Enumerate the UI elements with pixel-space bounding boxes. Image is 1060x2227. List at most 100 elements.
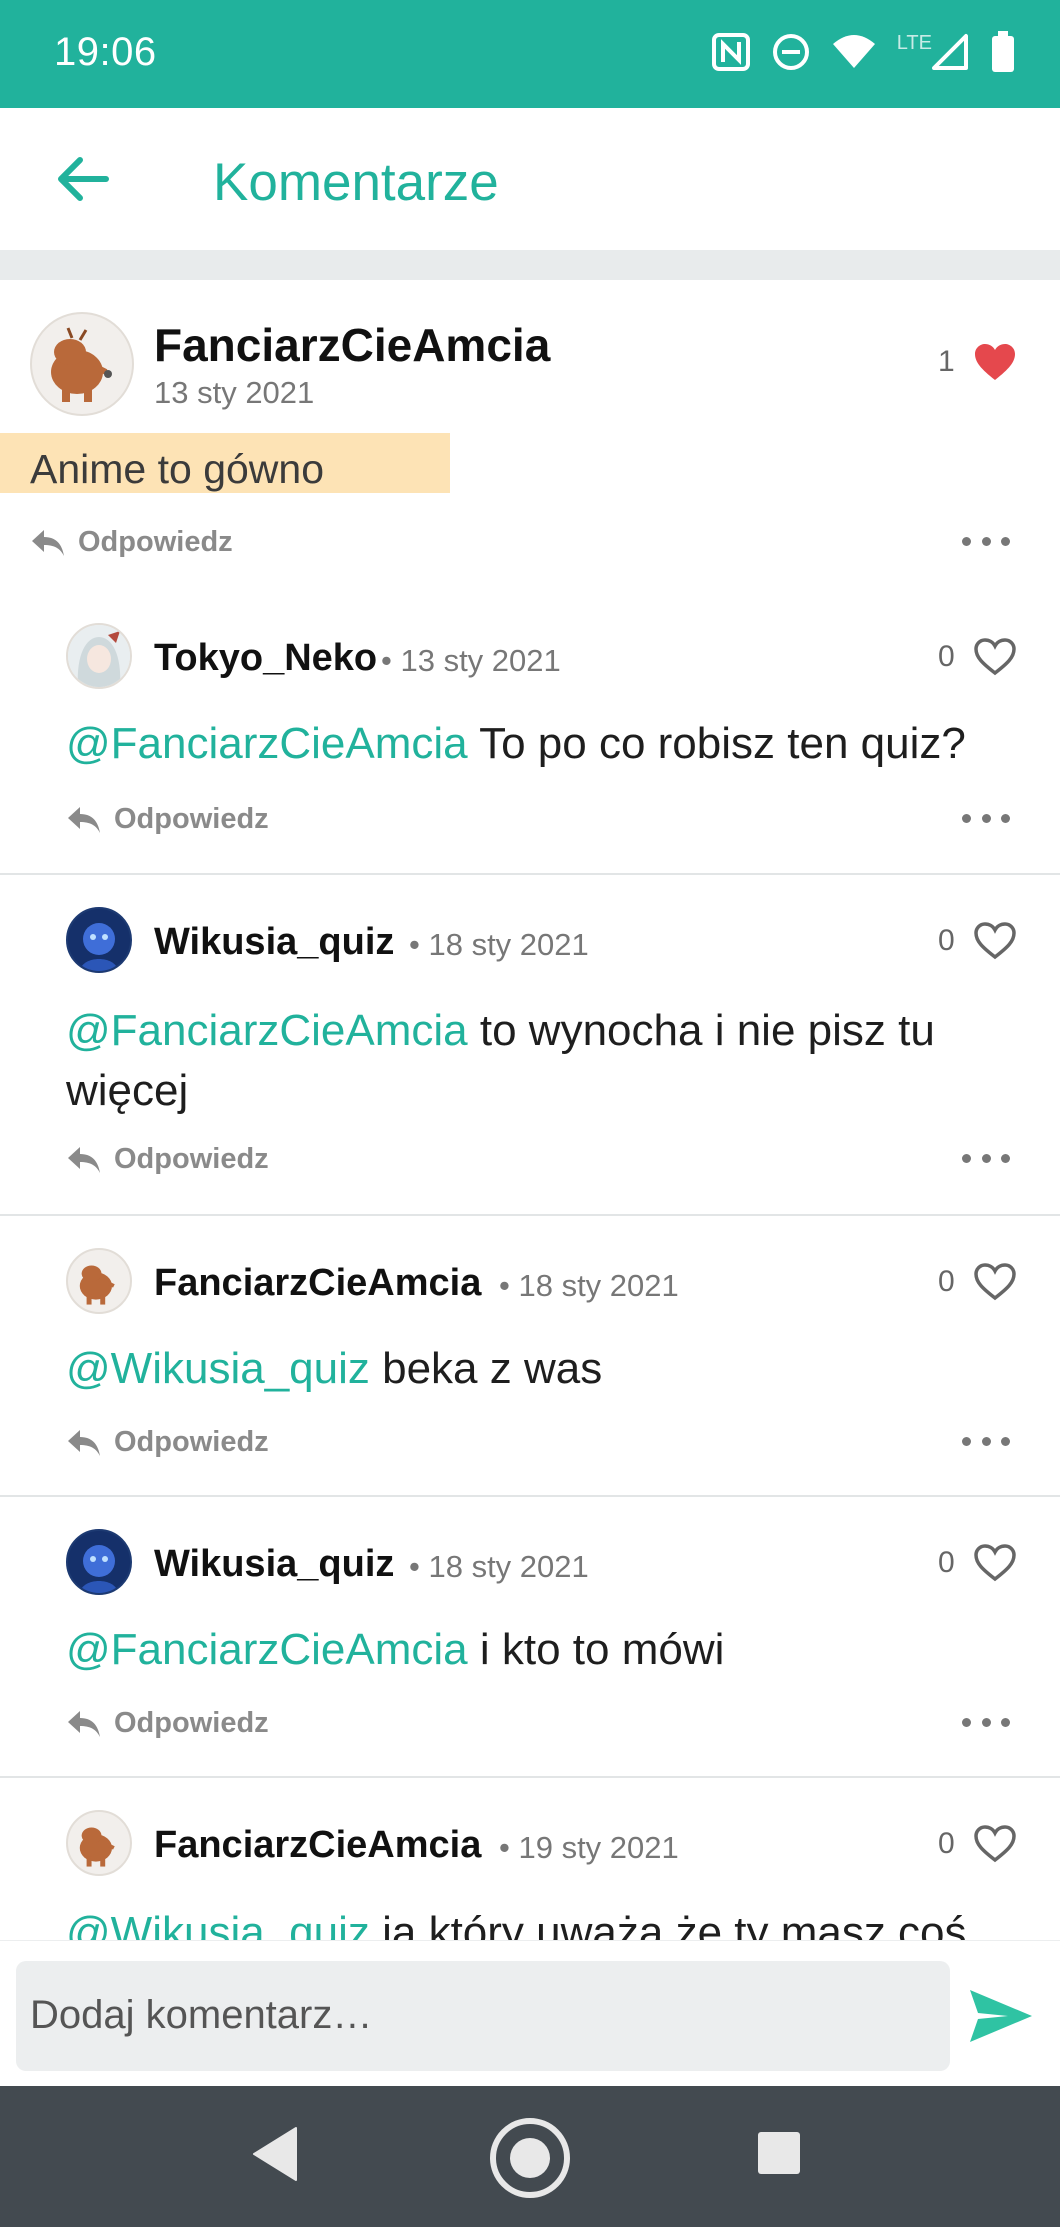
capybara-avatar-icon <box>51 327 112 402</box>
avatar[interactable] <box>66 1810 132 1876</box>
reply-icon <box>68 1146 100 1173</box>
blue-character-avatar-icon <box>68 909 130 971</box>
like-control[interactable]: 0 <box>938 921 1017 961</box>
avatar[interactable] <box>66 1248 132 1314</box>
dot <box>981 1717 991 1727</box>
date-text: 18 sty 2021 <box>428 927 589 962</box>
comment-body-text: To po co robisz ten quiz? <box>479 719 966 768</box>
comment-reply: FanciarzCieAmcia • 18 sty 2021 0 @Wikusi… <box>0 1216 1060 1495</box>
reply-label: Odpowiedz <box>114 803 269 835</box>
avatar[interactable] <box>66 623 132 689</box>
blue-character-avatar-icon <box>68 1531 130 1593</box>
more-options-button[interactable] <box>962 535 1010 547</box>
reply-button[interactable]: Odpowiedz <box>66 1426 269 1459</box>
section-divider <box>0 250 1060 280</box>
comment-text: @FanciarzCieAmcia to wynocha i nie pisz … <box>66 1001 1016 1121</box>
comment-body-text: beka z was <box>382 1344 603 1393</box>
like-count: 1 <box>938 345 955 378</box>
comment-author[interactable]: FanciarzCieAmcia <box>154 318 550 372</box>
dot <box>962 1153 971 1163</box>
mention-link[interactable]: @FanciarzCieAmcia <box>66 1006 468 1055</box>
like-control[interactable]: 0 <box>938 1262 1017 1302</box>
comment-reply: Tokyo_Neko • 13 sty 2021 0 @FanciarzCieA… <box>0 585 1060 873</box>
nav-home-button[interactable] <box>488 2116 572 2200</box>
signal-icon <box>930 32 970 77</box>
more-options-button[interactable] <box>962 1435 1010 1447</box>
mention-link[interactable]: @Wikusia_quiz <box>66 1908 370 1940</box>
dot <box>1001 1436 1010 1446</box>
comment-date: • 19 sty 2021 <box>499 1830 679 1865</box>
reply-button[interactable]: Odpowiedz <box>66 1143 269 1176</box>
dot <box>1001 813 1010 823</box>
more-options-button[interactable] <box>962 1716 1010 1728</box>
reply-label: Odpowiedz <box>114 1707 269 1739</box>
comment-body-text: ja który uważa że ty masz coś <box>382 1908 967 1940</box>
comment-author[interactable]: Tokyo_Neko <box>154 637 377 680</box>
comment-main: FanciarzCieAmcia 13 sty 2021 1 Anime to … <box>0 280 1060 585</box>
comment-reply: Wikusia_quiz • 18 sty 2021 0 @FanciarzCi… <box>0 1497 1060 1776</box>
reply-button[interactable]: Odpowiedz <box>30 526 233 559</box>
comment-text: Anime to gówno <box>30 446 325 492</box>
heart-filled-icon <box>974 344 1015 380</box>
do-not-disturb-icon <box>771 32 811 77</box>
comment-author[interactable]: Wikusia_quiz <box>154 921 394 964</box>
like-count: 0 <box>938 640 955 673</box>
comment-author[interactable]: FanciarzCieAmcia <box>154 1824 481 1867</box>
reply-label: Odpowiedz <box>114 1143 269 1175</box>
dot <box>1001 536 1010 546</box>
reply-icon <box>68 1429 100 1456</box>
dot <box>981 813 991 823</box>
reply-button[interactable]: Odpowiedz <box>66 1707 269 1740</box>
like-control[interactable]: 1 <box>938 342 1017 382</box>
reply-label: Odpowiedz <box>114 1426 269 1458</box>
avatar[interactable] <box>30 312 134 416</box>
nfc-icon <box>711 32 751 77</box>
mention-link[interactable]: @Wikusia_quiz <box>66 1344 370 1393</box>
dot <box>1001 1153 1010 1163</box>
app-bar: Komentarze <box>0 108 1060 250</box>
comment-body-text: i kto to mówi <box>479 1625 725 1674</box>
mention-link[interactable]: @FanciarzCieAmcia <box>66 1625 468 1674</box>
status-icons: LTE <box>711 28 1016 80</box>
comment-text: @Wikusia_quiz beka z was <box>66 1344 1016 1394</box>
comment-date: • 18 sty 2021 <box>409 927 589 962</box>
nav-recents-button[interactable] <box>756 2130 802 2176</box>
dot <box>981 536 991 546</box>
comment-date: • 13 sty 2021 <box>381 643 561 678</box>
avatar[interactable] <box>66 1529 132 1595</box>
comment-author[interactable]: FanciarzCieAmcia <box>154 1262 481 1305</box>
more-options-button[interactable] <box>962 1152 1010 1164</box>
like-control[interactable]: 0 <box>938 637 1017 677</box>
comment-input[interactable]: Dodaj komentarz… <box>16 1961 950 2071</box>
dot <box>981 1436 991 1446</box>
back-button[interactable] <box>50 150 116 208</box>
page-title: Komentarze <box>213 153 499 212</box>
battery-icon <box>990 30 1016 78</box>
more-options-button[interactable] <box>962 812 1010 824</box>
like-control[interactable]: 0 <box>938 1543 1017 1583</box>
square-recents-icon <box>758 2132 800 2174</box>
like-control[interactable]: 0 <box>938 1824 1017 1864</box>
capybara-avatar-icon <box>79 1265 115 1305</box>
comment-date: • 18 sty 2021 <box>409 1549 589 1584</box>
status-bar: 19:06 LTE <box>0 0 1060 108</box>
mention-link[interactable]: @FanciarzCieAmcia <box>66 719 468 768</box>
capybara-avatar-icon <box>79 1827 115 1867</box>
send-button[interactable] <box>968 1986 1034 2046</box>
like-count: 0 <box>938 1546 955 1579</box>
nav-back-button[interactable] <box>252 2126 298 2182</box>
dot <box>962 813 971 823</box>
arrow-left-icon <box>58 157 109 201</box>
avatar[interactable] <box>66 907 132 973</box>
heart-outline-icon <box>973 1825 1016 1863</box>
date-text: 18 sty 2021 <box>428 1549 589 1584</box>
status-time: 19:06 <box>54 30 157 74</box>
comment-text: @FanciarzCieAmcia To po co robisz ten qu… <box>66 719 1036 769</box>
comment-text: @FanciarzCieAmcia i kto to mówi <box>66 1625 1016 1675</box>
reply-button[interactable]: Odpowiedz <box>66 803 269 836</box>
comment-author[interactable]: Wikusia_quiz <box>154 1543 394 1586</box>
comment-input-placeholder: Dodaj komentarz… <box>30 1993 373 2037</box>
reply-icon <box>68 806 100 833</box>
anime-girl-avatar-icon <box>68 625 130 687</box>
reply-icon <box>32 529 64 556</box>
